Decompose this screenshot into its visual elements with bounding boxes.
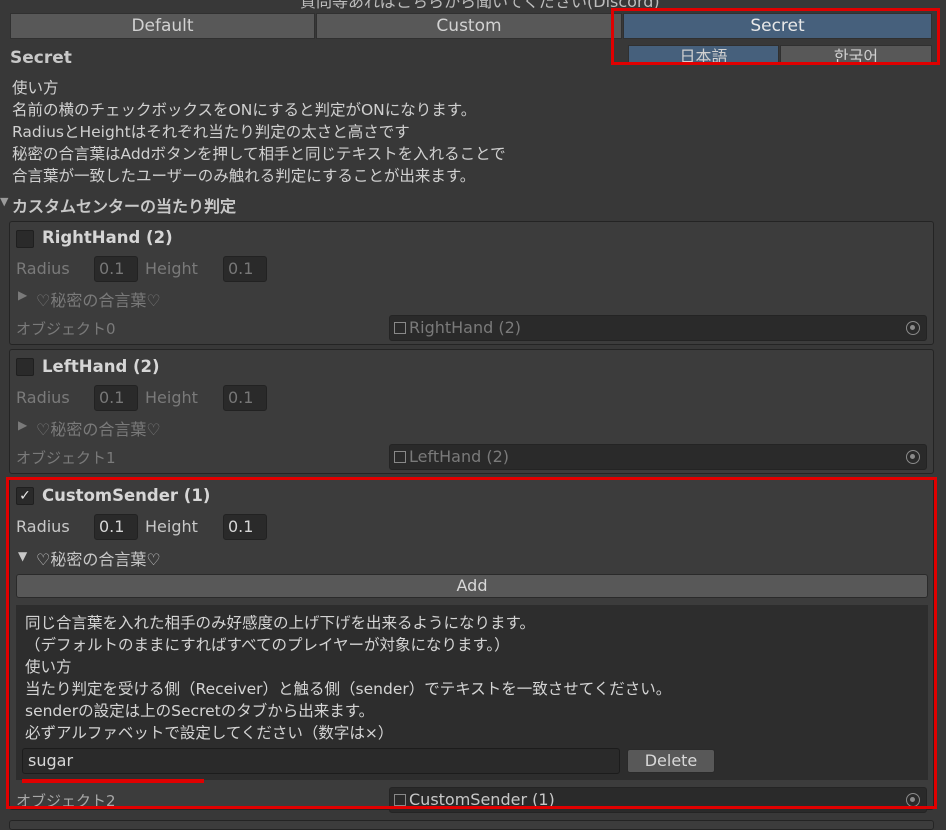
description-line: RadiusとHeightはそれぞれ当たり判定の太さと高さです	[12, 123, 410, 141]
secret-tab-highlight	[611, 8, 940, 65]
height-label: Height	[145, 388, 198, 407]
enable-checkbox[interactable]	[16, 230, 34, 248]
foldout-arrow-icon[interactable]: ▼	[0, 195, 8, 208]
object-label: オブジェクト1	[16, 449, 116, 467]
object-label: オブジェクト0	[16, 320, 116, 338]
collider-name: RightHand (2)	[42, 228, 173, 247]
radius-label: Radius	[16, 388, 70, 407]
fold-closed-arrow-icon[interactable]: ▶	[18, 288, 27, 302]
collider-panel-righthand: RightHand (2) Radius 0.1 Height 0.1 ▶ ♡秘…	[9, 221, 934, 345]
description-line: 合言葉が一致したユーザーのみ触れる判定にすることが出来ます。	[12, 167, 476, 185]
enable-checkbox[interactable]	[16, 358, 34, 376]
tab-custom[interactable]: Custom	[316, 13, 622, 39]
top-note: 質問等あればこちらから聞いてください(Discord)	[300, 0, 660, 11]
object-picker-icon[interactable]	[906, 450, 920, 464]
customsender-highlight	[6, 477, 937, 809]
object-field[interactable]: LeftHand (2)	[389, 444, 927, 470]
object-field-value: RightHand (2)	[409, 318, 522, 337]
collider-panel-lefthand: LeftHand (2) Radius 0.1 Height 0.1 ▶ ♡秘密…	[9, 349, 934, 474]
height-field[interactable]: 0.1	[223, 385, 267, 411]
description-line: 秘密の合言葉はAddボタンを押して相手と同じテキストを入れることで	[12, 145, 506, 163]
section-title: Secret	[10, 48, 72, 68]
tab-default[interactable]: Default	[10, 13, 315, 39]
next-panel-edge	[9, 820, 934, 830]
secret-word-foldout[interactable]: ♡秘密の合言葉♡	[36, 287, 161, 311]
height-field[interactable]: 0.1	[223, 256, 267, 282]
secret-word-foldout[interactable]: ♡秘密の合言葉♡	[36, 416, 161, 440]
object-field-value: LeftHand (2)	[409, 447, 509, 466]
radius-label: Radius	[16, 259, 70, 278]
custom-center-header[interactable]: カスタムセンターの当たり判定	[12, 193, 236, 217]
description-line: 名前の横のチェックボックスをONにすると判定がONになります。	[12, 101, 477, 119]
fold-closed-arrow-icon[interactable]: ▶	[18, 418, 27, 432]
object-picker-icon[interactable]	[906, 321, 920, 335]
height-label: Height	[145, 259, 198, 278]
radius-field[interactable]: 0.1	[94, 256, 138, 282]
description-line: 使い方	[12, 79, 59, 97]
collider-name: LeftHand (2)	[42, 357, 160, 376]
gameobject-cube-icon	[394, 451, 406, 463]
section-description: 使い方 名前の横のチェックボックスをONにすると判定がONになります。 Radi…	[12, 77, 932, 187]
object-field[interactable]: RightHand (2)	[389, 315, 927, 341]
gameobject-cube-icon	[394, 322, 406, 334]
radius-field[interactable]: 0.1	[94, 385, 138, 411]
